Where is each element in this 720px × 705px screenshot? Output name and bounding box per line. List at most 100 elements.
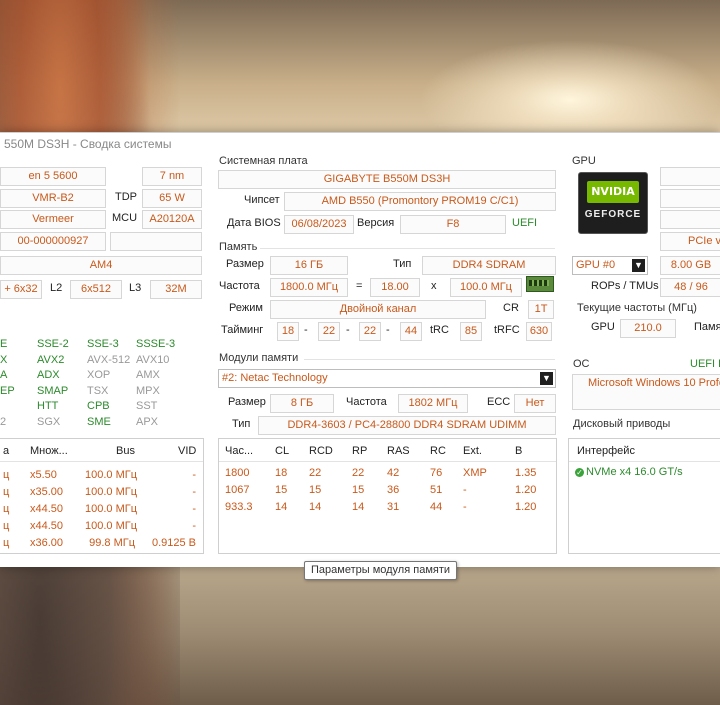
gpu-select[interactable]: GPU #0 ▼ bbox=[572, 256, 648, 275]
module-table-cell: 1067 bbox=[225, 484, 250, 496]
module-type-value: DDR4-3603 / PC4-28800 DDR4 SDRAM UDIMM bbox=[258, 416, 556, 435]
module-table-header[interactable]: RAS bbox=[387, 445, 410, 457]
timing-dash-1: - bbox=[304, 324, 308, 336]
cpu-feature: 2 bbox=[0, 415, 7, 428]
clocks-cell: x5.50 bbox=[30, 469, 57, 481]
memory-eq: = bbox=[356, 280, 363, 292]
memory-freq-value: 1800.0 МГц bbox=[270, 278, 348, 297]
module-table-cell: 31 bbox=[387, 501, 400, 513]
cpu-feature: EP bbox=[0, 384, 15, 397]
cpu-l2: 6x512 bbox=[70, 280, 122, 299]
memory-freq-label: Частота bbox=[219, 280, 260, 292]
l2-label: L2 bbox=[50, 282, 63, 294]
trfc-label: tRFC bbox=[494, 324, 520, 336]
module-table-header[interactable]: Ext. bbox=[463, 445, 482, 457]
module-table-cell: 1.20 bbox=[515, 484, 537, 496]
chevron-down-icon[interactable]: ▼ bbox=[540, 372, 553, 385]
nvidia-logo-text: NVIDIA bbox=[587, 181, 639, 203]
title-bar[interactable]: 550M DS3H - Сводка системы bbox=[0, 133, 720, 157]
memory-multiplier: 18.00 bbox=[370, 278, 420, 297]
module-table-cell: 1800 bbox=[225, 467, 250, 479]
gpu-clocks-group-title: Текущие частоты (МГц) bbox=[577, 302, 697, 314]
cpu-clocks-table[interactable]: a Множ... Bus VID ц x5.50 100.0 МГц - ц x35.0… bbox=[0, 438, 204, 554]
gpu-mem-clock-label: Памя bbox=[694, 321, 720, 333]
cpu-feature: AVX10 bbox=[136, 353, 170, 366]
module-table-cell: 14 bbox=[275, 501, 288, 513]
module-table-header[interactable]: RC bbox=[430, 445, 446, 457]
timing-cl: 18 bbox=[277, 322, 299, 341]
clocks-cell: ц bbox=[3, 469, 10, 481]
clocks-cell: - bbox=[192, 469, 196, 481]
motherboard-name: GIGABYTE B550M DS3H bbox=[218, 170, 556, 189]
module-select[interactable]: #2: Netac Technology ▼ bbox=[218, 369, 556, 388]
cpu-feature: SME bbox=[87, 415, 111, 428]
timing-rp: 22 bbox=[359, 322, 381, 341]
cpu-name: en 5 5600 bbox=[0, 167, 106, 186]
cpu-feature: X bbox=[0, 353, 8, 366]
module-table-cell: 15 bbox=[309, 484, 322, 496]
module-table-cell: 14 bbox=[352, 501, 365, 513]
cpu-codename: Vermeer bbox=[0, 210, 106, 229]
cpu-tdp: 65 W bbox=[142, 189, 202, 208]
cpu-feature: CPB bbox=[87, 400, 110, 412]
module-table-cell: 76 bbox=[430, 467, 443, 479]
module-table-cell: 18 bbox=[275, 467, 288, 479]
clocks-cell: x44.50 bbox=[30, 503, 64, 515]
module-type-label: Тип bbox=[232, 418, 251, 430]
module-table-header[interactable]: RCD bbox=[309, 445, 333, 457]
cpu-socket: AM4 bbox=[0, 256, 202, 275]
geforce-logo-text: GEFORCE bbox=[584, 209, 642, 220]
cpu-empty-field bbox=[110, 232, 202, 251]
cpu-feature: SSE-3 bbox=[87, 338, 119, 350]
cpu-feature: AMX bbox=[136, 369, 160, 381]
cpu-feature: SSE-2 bbox=[37, 338, 69, 350]
module-size-label: Размер bbox=[228, 396, 266, 408]
cpu-feature: XOP bbox=[87, 369, 111, 381]
gpu-vram: 8.00 GB bbox=[660, 256, 720, 275]
cpu-feature: HTT bbox=[37, 400, 59, 412]
module-table-header[interactable]: В bbox=[515, 445, 522, 457]
cpu-feature: SST bbox=[136, 400, 158, 412]
memory-type-value: DDR4 SDRAM bbox=[422, 256, 556, 275]
gpu-name-field bbox=[660, 167, 720, 186]
memory-group-title: Память bbox=[219, 241, 258, 253]
timing-dash-3: - bbox=[386, 324, 390, 336]
cpu-feature: ADX bbox=[37, 369, 60, 381]
module-table-header[interactable]: Час... bbox=[225, 445, 253, 457]
gpu-pcie: PCIe v bbox=[660, 232, 720, 251]
bios-date-value: 06/08/2023 bbox=[284, 215, 354, 234]
cpu-feature: APX bbox=[136, 415, 159, 428]
module-table-cell: 44 bbox=[430, 501, 443, 513]
drive-item-label: NVMe x4 16.0 GT/s bbox=[586, 466, 683, 478]
gpu-field-2 bbox=[660, 189, 720, 208]
memory-size-label: Размер bbox=[226, 258, 264, 270]
trc-label: tRC bbox=[430, 324, 449, 336]
module-table-header[interactable]: RP bbox=[352, 445, 367, 457]
clocks-cell: 100.0 МГц bbox=[85, 520, 138, 532]
gpu-clock-label: GPU bbox=[591, 321, 615, 333]
module-timings-table[interactable]: Час... CL RCD RP RAS RC Ext. В 1800 18 22 22 42 76 XM… bbox=[218, 438, 557, 554]
drive-item[interactable]: ✓ NVMe x4 16.0 GT/s bbox=[575, 466, 683, 478]
nvidia-geforce-logo: NVIDIA GEFORCE bbox=[578, 172, 648, 234]
gpu-rops: 48 / 96 bbox=[660, 278, 720, 297]
version-label: Версия bbox=[357, 217, 395, 229]
tdp-label: TDP bbox=[115, 191, 137, 203]
clocks-cell: ц bbox=[3, 503, 10, 515]
clocks-cell: 100.0 МГц bbox=[85, 486, 138, 498]
memory-mode-value: Двойной канал bbox=[270, 300, 486, 319]
chevron-down-icon[interactable]: ▼ bbox=[632, 259, 645, 272]
module-ecc-value: Нет bbox=[514, 394, 556, 413]
window-title: 550M DS3H - Сводка системы bbox=[4, 137, 172, 151]
module-table-cell: 15 bbox=[275, 484, 288, 496]
clocks-header-0: a bbox=[3, 445, 10, 457]
bios-version-value: F8 bbox=[400, 215, 506, 234]
module-table-cell: 42 bbox=[387, 467, 400, 479]
module-table-header[interactable]: CL bbox=[275, 445, 289, 457]
timing-rcd: 22 bbox=[318, 322, 340, 341]
clocks-cell: - bbox=[192, 503, 196, 515]
clocks-cell: ц bbox=[3, 520, 10, 532]
drives-table[interactable]: Интерфейс ✓ NVMe x4 16.0 GT/s bbox=[568, 438, 720, 554]
drives-header-interface: Интерфейс bbox=[577, 445, 635, 457]
module-params-tooltip: Параметры модуля памяти bbox=[304, 561, 458, 580]
clocks-header-3: VID bbox=[178, 445, 197, 457]
